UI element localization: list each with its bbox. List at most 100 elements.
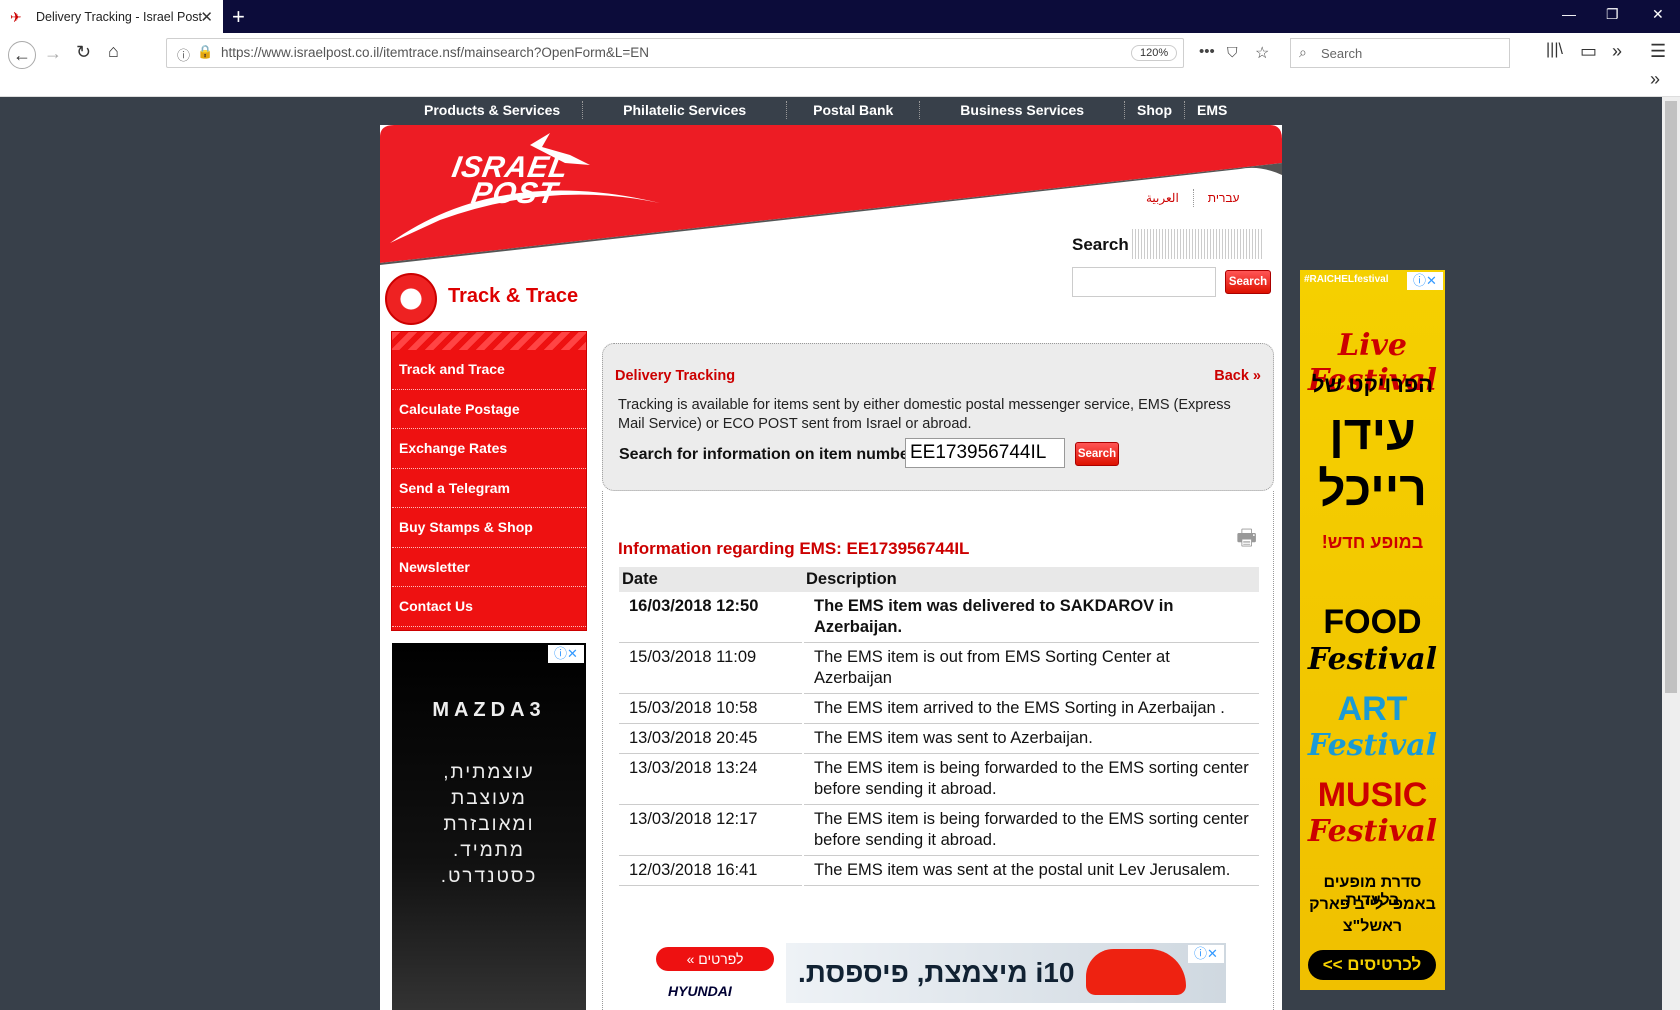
ad-raichel-line8: ART (1337, 690, 1408, 728)
table-row: 12/03/2018 16:41 The EMS item was sent a… (619, 855, 1259, 886)
sidebar-item-exchange-rates[interactable]: Exchange Rates (392, 429, 586, 469)
ad-mazda[interactable]: ⓘ✕ MAZDA3 עוצמתית, מעוצבת ומאובזרת מתמיד… (392, 643, 586, 1010)
sidebar-top-stripe (392, 332, 586, 350)
page-scrollbar[interactable] (1662, 97, 1680, 1010)
row-date: 13/03/2018 20:45 (619, 723, 804, 754)
sidebar-item-send-telegram[interactable]: Send a Telegram (392, 469, 586, 508)
site-container: ISRAEL POST العربية עברית Search Search … (380, 125, 1282, 1010)
header-search-label: Search (1072, 235, 1129, 254)
topmenu-products-services[interactable]: Products & Services (402, 101, 584, 119)
browser-tab-bar: ✈ Delivery Tracking - Israel Post ✕ + — … (0, 0, 1680, 33)
row-date: 13/03/2018 13:24 (619, 753, 804, 805)
page-viewport: Products & Services Philatelic Services … (0, 97, 1662, 1010)
row-date: 15/03/2018 11:09 (619, 642, 804, 694)
delivery-van-icon (385, 273, 437, 325)
browser-search-box[interactable]: ⌕ Search (1290, 38, 1510, 68)
topmenu-ems[interactable]: EMS (1185, 101, 1239, 119)
scrollbar-thumb[interactable] (1665, 101, 1677, 693)
ad-raichel-line14: ראשל"צ (1342, 918, 1403, 935)
ad-mazda-copy: עוצמתית, מעוצבת ומאובזרת מתמיד. כסטנדרט. (392, 760, 586, 890)
forward-arrow-icon[interactable]: → (44, 43, 62, 64)
ad-raichel-line13: באמפי לייב פארק (1309, 896, 1436, 913)
lang-hebrew-link[interactable]: עברית (1192, 189, 1254, 207)
overflow-menu-icon[interactable]: » (1612, 41, 1622, 62)
back-link[interactable]: Back » (1214, 368, 1261, 384)
ad-hyundai-image: i10 מיצמצת, פיספסת. ⓘ✕ (786, 943, 1226, 1003)
row-date: 16/03/2018 12:50 (619, 592, 804, 643)
header-search-button[interactable]: Search (1225, 270, 1271, 294)
close-window-icon[interactable]: ✕ (1652, 6, 1664, 23)
ad-hyundai-headline: i10 מיצמצת, פיספסת. (798, 957, 1075, 988)
sidebar-item-track-and-trace[interactable]: Track and Trace (392, 350, 586, 390)
col-header-date: Date (619, 567, 803, 592)
ad-raichel-line5: במופע חדש! (1321, 532, 1424, 552)
ad-raichel-line6: FOOD (1323, 603, 1422, 641)
delivery-tracking-panel: Delivery Tracking Back » Tracking is ava… (602, 343, 1274, 491)
browser-tab[interactable]: ✈ Delivery Tracking - Israel Post ✕ (0, 0, 223, 33)
table-row: 13/03/2018 13:24 The EMS item is being f… (619, 753, 1259, 805)
sidebar-item-calculate-postage[interactable]: Calculate Postage (392, 390, 586, 429)
ad-hyundai[interactable]: לפרטים » HYUNDAI i10 מיצמצת, פיספסת. ⓘ✕ (656, 943, 1228, 1010)
search-icon: ⌕ (1299, 44, 1307, 60)
more-actions-icon[interactable]: ••• (1199, 43, 1215, 60)
minimize-icon[interactable]: — (1562, 6, 1576, 22)
item-number-label: Search for information on item number: (619, 446, 921, 463)
top-menu: Products & Services Philatelic Services … (402, 97, 1282, 123)
ad-raichel-cta-button[interactable]: לכרטיסים >> (1308, 950, 1436, 980)
topmenu-shop[interactable]: Shop (1125, 101, 1186, 119)
lock-icon: 🔒 (197, 44, 214, 59)
url-host: https://www.israelpost.co.il (221, 45, 380, 60)
sidebar-icon[interactable]: ▭ (1580, 41, 1597, 62)
pocket-icon[interactable]: ⛉ (1227, 44, 1238, 61)
ad-hyundai-cta-button[interactable]: לפרטים » (656, 947, 774, 971)
ad-raichel-line10: MUSIC (1317, 776, 1428, 814)
topmenu-philatelic-services[interactable]: Philatelic Services (583, 101, 788, 119)
topmenu-business-services[interactable]: Business Services (920, 101, 1126, 119)
row-description: The EMS item was sent to Azerbaijan. (803, 723, 1259, 754)
tab-title: Delivery Tracking - Israel Post (36, 9, 203, 24)
url-bar[interactable]: ⓘ 🔒 https://www.israelpost.co.il/itemtra… (166, 38, 1269, 68)
header-search-decoration (1132, 229, 1264, 259)
sidebar-item-contact-us[interactable]: Contact Us (392, 587, 586, 627)
close-tab-icon[interactable]: ✕ (200, 8, 213, 26)
hamburger-menu-icon[interactable]: ☰ (1650, 41, 1666, 62)
ad-raichel-line11: Festival (1307, 814, 1438, 849)
print-icon[interactable]: 🖶 (1236, 521, 1257, 559)
ad-mazda-copy-line: עוצמתית, (443, 762, 535, 783)
reload-icon[interactable]: ↻ (76, 42, 91, 63)
info-icon[interactable]: ⓘ (177, 45, 190, 64)
panel-description: Tracking is available for items sent by … (618, 397, 1231, 432)
zoom-level[interactable]: 120% (1131, 45, 1178, 61)
sidebar-item-newsletter[interactable]: Newsletter (392, 548, 586, 587)
results-title: Information regarding EMS: EE173956744IL (618, 539, 970, 558)
new-tab-icon[interactable]: + (232, 4, 245, 30)
ad-mazda-copy-line: מעוצבת (451, 788, 527, 809)
table-row: 15/03/2018 10:58 The EMS item arrived to… (619, 693, 1259, 724)
library-icon[interactable]: |||\ (1546, 41, 1563, 59)
sidebar-item-buy-stamps-shop[interactable]: Buy Stamps & Shop (392, 508, 586, 548)
ad-choices-close-icon[interactable]: ⓘ✕ (1188, 945, 1224, 963)
restore-icon[interactable]: ❐ (1606, 6, 1619, 23)
item-number-input[interactable]: EE173956744IL (905, 438, 1065, 468)
lang-arabic-link[interactable]: العربية (1132, 189, 1193, 207)
panel-title: Delivery Tracking (615, 368, 736, 384)
ad-choices-close-icon[interactable]: ⓘ✕ (1407, 272, 1443, 290)
home-icon[interactable]: ⌂ (108, 41, 119, 62)
bookmark-star-icon[interactable]: ☆ (1255, 43, 1269, 63)
ad-raichel-line2: הפרויקט של (1311, 372, 1434, 397)
table-header-row: Date Description (619, 567, 1259, 592)
ad-raichel-festival[interactable]: #RAICHELfestival ⓘ✕ Live Festival הפרויק… (1300, 270, 1445, 990)
browser-nav-bar: ← → ↻ ⌂ ⓘ 🔒 https://www.israelpost.co.il… (0, 33, 1680, 97)
item-search-button[interactable]: Search (1075, 442, 1119, 466)
ad-mazda-copy-line: כסטנדרט. (440, 866, 538, 887)
topmenu-postal-bank[interactable]: Postal Bank (787, 101, 921, 119)
bookmarks-overflow-icon[interactable]: » (1650, 69, 1660, 90)
ad-choices-close-icon[interactable]: ⓘ✕ (548, 645, 584, 663)
table-row: 13/03/2018 12:17 The EMS item is being f… (619, 804, 1259, 856)
ad-mazda-copy-line: ומאובזרת (443, 814, 535, 835)
header-search-input[interactable] (1072, 267, 1216, 297)
sidebar-nav: Track and Trace Calculate Postage Exchan… (391, 331, 587, 631)
ad-raichel-line4: רייכל (1318, 463, 1427, 516)
back-arrow-icon[interactable]: ← (8, 41, 36, 69)
israel-post-favicon-icon: ✈ (10, 8, 22, 25)
